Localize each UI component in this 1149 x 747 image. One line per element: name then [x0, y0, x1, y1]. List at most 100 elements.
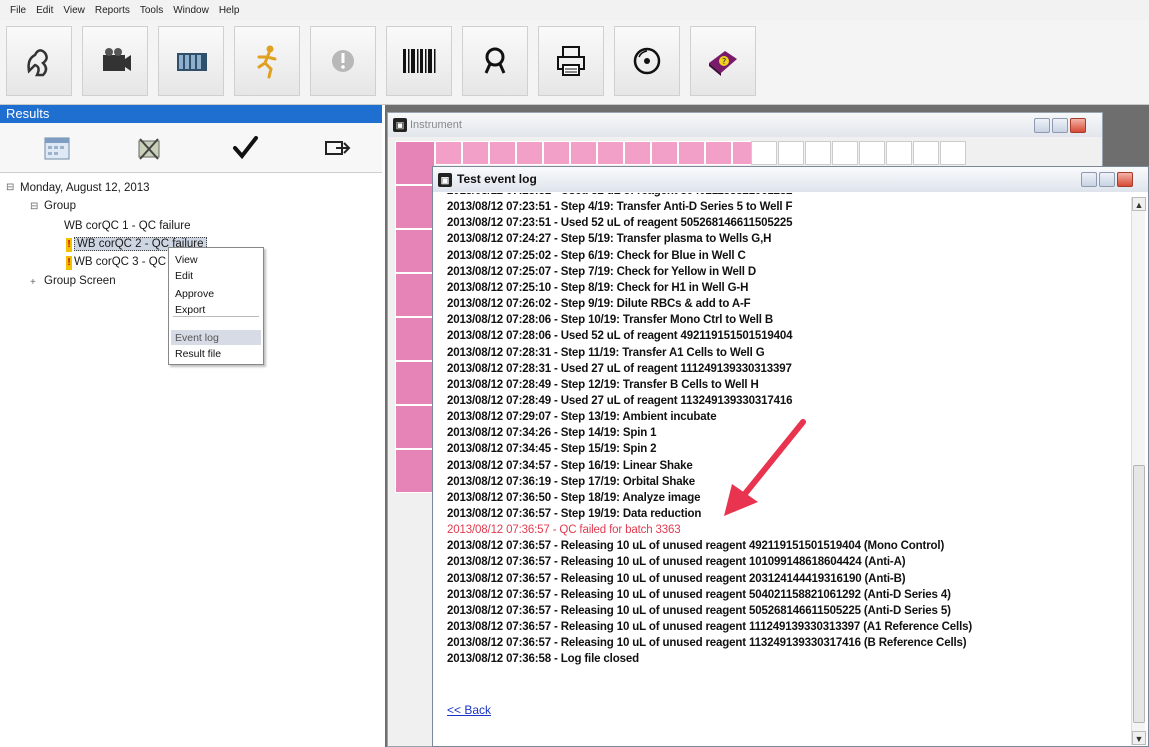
run-button[interactable] — [234, 26, 300, 96]
menu-tools[interactable]: Tools — [140, 5, 163, 16]
camera-icon — [103, 48, 131, 71]
scroll-up-arrow-icon[interactable]: ▲ — [1132, 197, 1146, 211]
back-link[interactable]: << Back — [447, 703, 491, 717]
results-panel-title: Results — [0, 105, 382, 123]
plate-well-empty[interactable] — [940, 141, 966, 165]
warning-icon: ! — [66, 256, 72, 270]
expand-group-screen-icon[interactable]: + — [30, 277, 36, 288]
annotation-arrow — [724, 419, 806, 516]
close-button[interactable] — [1070, 118, 1086, 133]
plate-well[interactable] — [705, 141, 732, 165]
log-line: 2013/08/12 07:28:31 - Used 27 uL of reag… — [447, 362, 792, 375]
scroll-thumb[interactable] — [1133, 465, 1145, 723]
help-book-icon: ? — [709, 51, 737, 76]
magnifier-icon — [484, 47, 506, 74]
plate-row-label — [395, 405, 435, 449]
plate-well-empty[interactable] — [751, 141, 777, 165]
scrollbar[interactable]: ▲ ▼ — [1131, 197, 1146, 745]
context-menu-separator — [173, 316, 259, 317]
menu-file[interactable]: File — [10, 5, 26, 16]
log-line: 2013/08/12 07:34:26 - Step 14/19: Spin 1 — [447, 427, 657, 440]
user-button[interactable] — [6, 26, 72, 96]
camera-button[interactable] — [82, 26, 148, 96]
export-button[interactable] — [314, 129, 360, 167]
print-button[interactable] — [538, 26, 604, 96]
approve-button[interactable] — [222, 129, 268, 167]
ctx-approve[interactable]: Approve — [175, 288, 214, 300]
maximize-button[interactable] — [1099, 172, 1115, 187]
log-line: 2013/08/12 07:28:31 - Step 11/19: Transf… — [447, 346, 765, 359]
log-line: 2013/08/12 07:36:57 - Releasing 10 uL of… — [447, 588, 951, 601]
minimize-button[interactable] — [1081, 172, 1097, 187]
main-toolbar: ? — [0, 20, 1149, 105]
collapse-date-icon[interactable]: ⊟ — [6, 182, 14, 193]
tree-group-screen-node[interactable]: Group Screen — [44, 275, 116, 287]
plate-well[interactable] — [678, 141, 705, 165]
collapse-group-icon[interactable]: ⊟ — [30, 201, 38, 212]
ctx-event-log[interactable]: Event log — [175, 332, 219, 344]
plate-well[interactable] — [462, 141, 489, 165]
log-line: 2013/08/12 07:36:57 - Releasing 10 uL of… — [447, 621, 973, 634]
delete-result-button[interactable] — [126, 129, 172, 167]
barcode-button[interactable] — [386, 26, 452, 96]
log-line: 2013/08/12 07:26:02 - Step 9/19: Dilute … — [447, 298, 751, 311]
plate-well[interactable] — [435, 141, 462, 165]
tree-group-node[interactable]: Group — [44, 200, 76, 212]
menu-window[interactable]: Window — [173, 5, 209, 16]
ctx-export[interactable]: Export — [175, 304, 205, 316]
log-line: 2013/08/12 07:36:50 - Step 18/19: Analyz… — [447, 491, 701, 504]
log-line: 2013/08/12 07:36:19 - Step 17/19: Orbita… — [447, 475, 696, 488]
plate-well-empty[interactable] — [859, 141, 885, 165]
plate-row-label — [395, 449, 435, 493]
window-icon: ▣ — [393, 118, 407, 132]
plate-row-label — [395, 273, 435, 317]
plate-well-empty[interactable] — [913, 141, 939, 165]
close-button[interactable] — [1117, 172, 1133, 187]
tree-result-3[interactable]: WB corQC 3 - QC — [74, 256, 166, 268]
warning-button[interactable] — [310, 26, 376, 96]
plate-well[interactable] — [516, 141, 543, 165]
log-line: 2013/08/12 07:23:51 - Used 52 uL of reag… — [447, 217, 793, 230]
ctx-result-file[interactable]: Result file — [175, 348, 221, 360]
menu-view[interactable]: View — [63, 5, 85, 16]
menu-reports[interactable]: Reports — [95, 5, 130, 16]
scroll-down-arrow-icon[interactable]: ▼ — [1132, 731, 1146, 745]
rack-button[interactable] — [158, 26, 224, 96]
plate-well[interactable] — [651, 141, 678, 165]
minimize-button[interactable] — [1034, 118, 1050, 133]
ctx-view[interactable]: View — [175, 254, 198, 266]
plate-well-empty[interactable] — [832, 141, 858, 165]
tree-result-1[interactable]: WB corQC 1 - QC failure — [64, 220, 191, 232]
plate-row-label — [395, 185, 435, 229]
empty-plate-row — [751, 141, 1011, 165]
delete-icon — [138, 138, 160, 160]
calendar-button[interactable] — [34, 129, 80, 167]
plate-well-empty[interactable] — [886, 141, 912, 165]
instrument-title: Instrument — [410, 119, 462, 131]
log-line: 2013/08/12 07:23:51 - Step 4/19: Transfe… — [447, 201, 793, 214]
barcode-icon — [403, 49, 436, 73]
log-line: 2013/08/12 07:36:57 - Releasing 10 uL of… — [447, 556, 906, 569]
plate-well[interactable] — [624, 141, 651, 165]
disc-button[interactable] — [614, 26, 680, 96]
plate-well-empty[interactable] — [805, 141, 831, 165]
menu-help[interactable]: Help — [219, 5, 240, 16]
maximize-button[interactable] — [1052, 118, 1068, 133]
menu-edit[interactable]: Edit — [36, 5, 53, 16]
log-line: 2013/08/12 07:36:58 - Log file closed — [447, 653, 639, 666]
plate-well[interactable] — [597, 141, 624, 165]
plate-row-label — [395, 361, 435, 405]
plate-well[interactable] — [570, 141, 597, 165]
help-button[interactable]: ? — [690, 26, 756, 96]
log-line: 2013/08/12 07:24:27 - Step 5/19: Transfe… — [447, 233, 772, 246]
search-button[interactable] — [462, 26, 528, 96]
log-line: 2013/08/12 07:25:02 - Step 6/19: Check f… — [447, 249, 746, 262]
log-line: 2013/08/12 07:36:57 - Releasing 10 uL of… — [447, 604, 951, 617]
log-line: 2013/08/12 07:28:06 - Used 52 uL of reag… — [447, 330, 793, 343]
tree-date-node[interactable]: Monday, August 12, 2013 — [20, 182, 150, 194]
ctx-edit[interactable]: Edit — [175, 270, 193, 282]
plate-well[interactable] — [489, 141, 516, 165]
results-toolbar — [0, 123, 382, 173]
plate-well[interactable] — [543, 141, 570, 165]
plate-well-empty[interactable] — [778, 141, 804, 165]
